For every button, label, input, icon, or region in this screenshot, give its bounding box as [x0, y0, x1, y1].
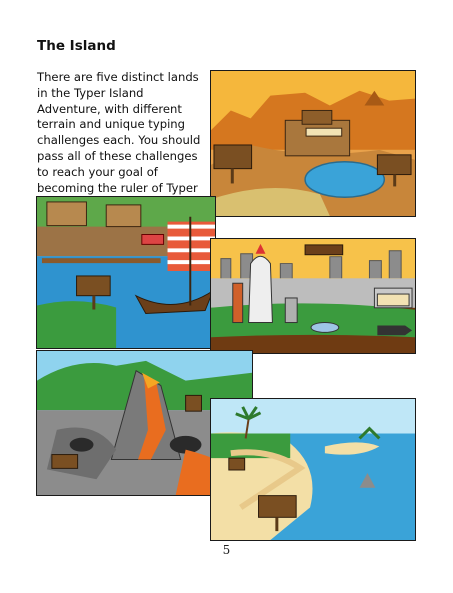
- page-title: The Island: [37, 38, 116, 54]
- intro-paragraph: There are five distinct lands in the Typ…: [37, 70, 201, 210]
- old-west-illustration: [210, 70, 416, 217]
- on-the-water-illustration: [36, 196, 216, 349]
- diamond-glider-sign: [376, 293, 410, 307]
- lift-arrow-sign: [377, 325, 413, 336]
- beach-illustration: [210, 398, 416, 541]
- in-the-air-banner: [304, 244, 344, 256]
- volcano-left-sign: [51, 454, 79, 469]
- volcano-right-sign: [185, 394, 202, 412]
- in-the-air-illustration: [210, 238, 416, 354]
- page-number: 5: [222, 543, 231, 557]
